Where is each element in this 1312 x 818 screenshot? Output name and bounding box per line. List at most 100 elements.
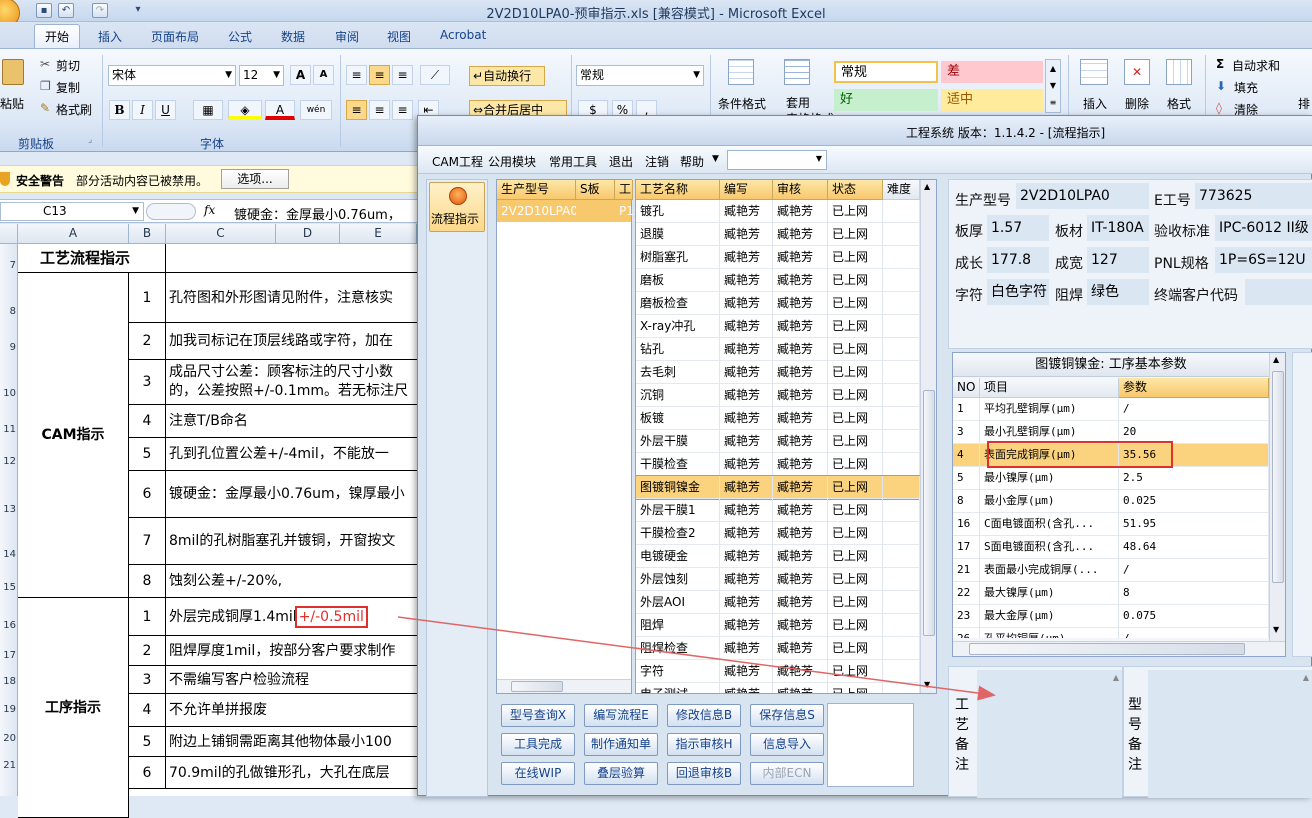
formula-input[interactable]: 镀硬金：金厚最小0.76um，: [234, 204, 401, 223]
process-row[interactable]: 外层蚀刻 臧艳芳 臧艳芳 已上网: [636, 568, 920, 591]
style-neutral[interactable]: 适中: [941, 89, 1043, 111]
cell-number[interactable]: 5: [129, 727, 166, 757]
col-process-name[interactable]: 工艺名称: [636, 180, 720, 200]
fill-button[interactable]: 填充: [1234, 79, 1258, 96]
scroll-thumb[interactable]: [969, 643, 1245, 655]
col-status[interactable]: 状态: [828, 180, 883, 200]
cell-number[interactable]: 1: [129, 273, 166, 323]
cell-text[interactable]: 镀硬金：金厚最小0.76um，镍厚最小: [166, 471, 418, 518]
cell-number[interactable]: 8: [129, 565, 166, 598]
process-row[interactable]: 图镀铜镍金 臧艳芳 臧艳芳 已上网: [636, 475, 920, 500]
parameter-value[interactable]: /: [1119, 559, 1269, 582]
menu-cam[interactable]: CAM工程: [432, 153, 483, 170]
cell-empty[interactable]: [166, 244, 418, 273]
scroll-thumb[interactable]: [1272, 371, 1284, 583]
col-s-board[interactable]: S板: [576, 180, 615, 200]
parameter-value[interactable]: /: [1119, 398, 1269, 421]
dialog-launcher-icon[interactable]: ⌟: [88, 135, 92, 145]
format-cells-button[interactable]: 格式: [1167, 95, 1191, 112]
row-header[interactable]: 20: [0, 733, 18, 744]
align-middle-icon[interactable]: ≡: [369, 65, 390, 85]
cell-process-section[interactable]: 工序指示: [18, 598, 129, 818]
save-info-button[interactable]: 保存信息S: [750, 704, 824, 727]
italic-icon[interactable]: I: [132, 100, 153, 120]
tab-acrobat[interactable]: Acrobat: [440, 28, 486, 42]
paste-button[interactable]: 粘贴: [0, 55, 30, 117]
tool-complete-button[interactable]: 工具完成: [501, 733, 575, 756]
tab-home[interactable]: 开始: [34, 24, 80, 50]
row-header[interactable]: 7: [0, 260, 18, 271]
cell-text[interactable]: 孔符图和外形图请见附件，注意核实: [166, 273, 418, 323]
menu-tools[interactable]: 常用工具: [549, 153, 597, 170]
scroll-thumb[interactable]: [511, 681, 563, 692]
parameter-value[interactable]: /: [1119, 628, 1269, 638]
model-remarks-input[interactable]: ▲: [1148, 670, 1312, 798]
col-reviewer[interactable]: 审核: [773, 180, 828, 200]
col-item[interactable]: 项目: [980, 378, 1119, 398]
process-row[interactable]: 板镀 臧艳芳 臧艳芳 已上网: [636, 407, 920, 430]
material-field[interactable]: IT-180A: [1087, 215, 1149, 241]
delete-cells-button[interactable]: 删除: [1125, 95, 1149, 112]
parameter-row[interactable]: 1 平均孔壁铜厚(μm) /: [953, 398, 1269, 421]
style-normal[interactable]: 常规: [834, 61, 938, 83]
cell-text[interactable]: 孔到孔位置公差+/-4mil，不能放一: [166, 438, 418, 471]
column-header[interactable]: D: [276, 224, 340, 244]
col-difficulty[interactable]: 难度: [883, 180, 920, 200]
parameter-row[interactable]: 5 最小镍厚(μm) 2.5: [953, 467, 1269, 490]
shrink-font-icon[interactable]: A: [313, 65, 334, 85]
align-right-icon[interactable]: ≡: [392, 100, 413, 120]
customer-code-field[interactable]: [1245, 279, 1312, 305]
process-row[interactable]: 外层干膜1 臧艳芳 臧艳芳 已上网: [636, 499, 920, 522]
autosum-button[interactable]: 自动求和: [1232, 57, 1280, 74]
internal-ecn-button[interactable]: 内部ECN: [750, 762, 824, 785]
parameter-row[interactable]: 3 最小孔壁铜厚(μm) 20: [953, 421, 1269, 444]
parameter-value[interactable]: 48.64: [1119, 536, 1269, 559]
process-row[interactable]: 外层AOI 臧艳芳 臧艳芳 已上网: [636, 591, 920, 614]
process-row[interactable]: 退膜 臧艳芳 臧艳芳 已上网: [636, 223, 920, 246]
cell-text[interactable]: 注意T/B命名: [166, 405, 418, 438]
sort-filter-button[interactable]: 排: [1298, 95, 1310, 112]
tab-page-layout[interactable]: 页面布局: [151, 28, 199, 45]
import-info-button[interactable]: 信息导入: [750, 733, 824, 756]
column-header[interactable]: C: [166, 224, 276, 244]
column-header[interactable]: B: [129, 224, 166, 244]
scroll-up-icon[interactable]: ▲: [924, 182, 930, 191]
legend-field[interactable]: 白色字符: [987, 279, 1049, 305]
col-model[interactable]: 生产型号: [497, 180, 576, 200]
row-header[interactable]: 16: [0, 620, 18, 631]
borders-icon[interactable]: ▦: [193, 100, 223, 120]
process-row[interactable]: 磨板 臧艳芳 臧艳芳 已上网: [636, 269, 920, 292]
process-remarks-input[interactable]: ▲: [977, 670, 1122, 798]
cell-number[interactable]: 4: [129, 405, 166, 438]
column-header[interactable]: E: [340, 224, 417, 244]
parameter-value[interactable]: 20: [1119, 421, 1269, 444]
online-wip-button[interactable]: 在线WIP: [501, 762, 575, 785]
row-header[interactable]: 18: [0, 676, 18, 687]
notes-box[interactable]: [827, 703, 914, 787]
process-row[interactable]: 电镀硬金 臧艳芳 臧艳芳 已上网: [636, 545, 920, 568]
cell-number[interactable]: 5: [129, 438, 166, 471]
process-row[interactable]: 镀孔 臧艳芳 臧艳芳 已上网: [636, 200, 920, 223]
cell-text[interactable]: 70.9mil的孔做锥形孔，大孔在底层: [166, 757, 418, 789]
underline-icon[interactable]: U: [155, 100, 176, 120]
format-painter-button[interactable]: 格式刷: [56, 101, 92, 118]
model-query-button[interactable]: 型号查询X: [501, 704, 575, 727]
cell-text[interactable]: 不需编写客户检验流程: [166, 666, 418, 694]
process-row[interactable]: 外层干膜 臧艳芳 臧艳芳 已上网: [636, 430, 920, 453]
cell-text[interactable]: 外层完成铜厚1.4mil +/-0.5mil: [166, 598, 418, 636]
align-bottom-icon[interactable]: ≡: [392, 65, 413, 85]
cell-number[interactable]: 3: [129, 360, 166, 405]
parameter-value[interactable]: 0.025: [1119, 490, 1269, 513]
rollback-review-button[interactable]: 回退审核B: [667, 762, 741, 785]
scroll-down-icon[interactable]: ▼: [1273, 625, 1279, 634]
write-process-button[interactable]: 编写流程E: [584, 704, 658, 727]
e-id-field[interactable]: 773625: [1195, 183, 1312, 209]
review-instruction-button[interactable]: 指示审核H: [667, 733, 741, 756]
row-header[interactable]: 14: [0, 549, 18, 560]
model-row[interactable]: 2V2D10LPA0 P1: [497, 200, 633, 222]
col-value[interactable]: 参数: [1119, 378, 1269, 398]
modify-info-button[interactable]: 修改信息B: [667, 704, 741, 727]
cell-text[interactable]: 不允许单拼报废: [166, 694, 418, 727]
menu-exit[interactable]: 退出: [609, 153, 633, 170]
parameter-value[interactable]: 2.5: [1119, 467, 1269, 490]
